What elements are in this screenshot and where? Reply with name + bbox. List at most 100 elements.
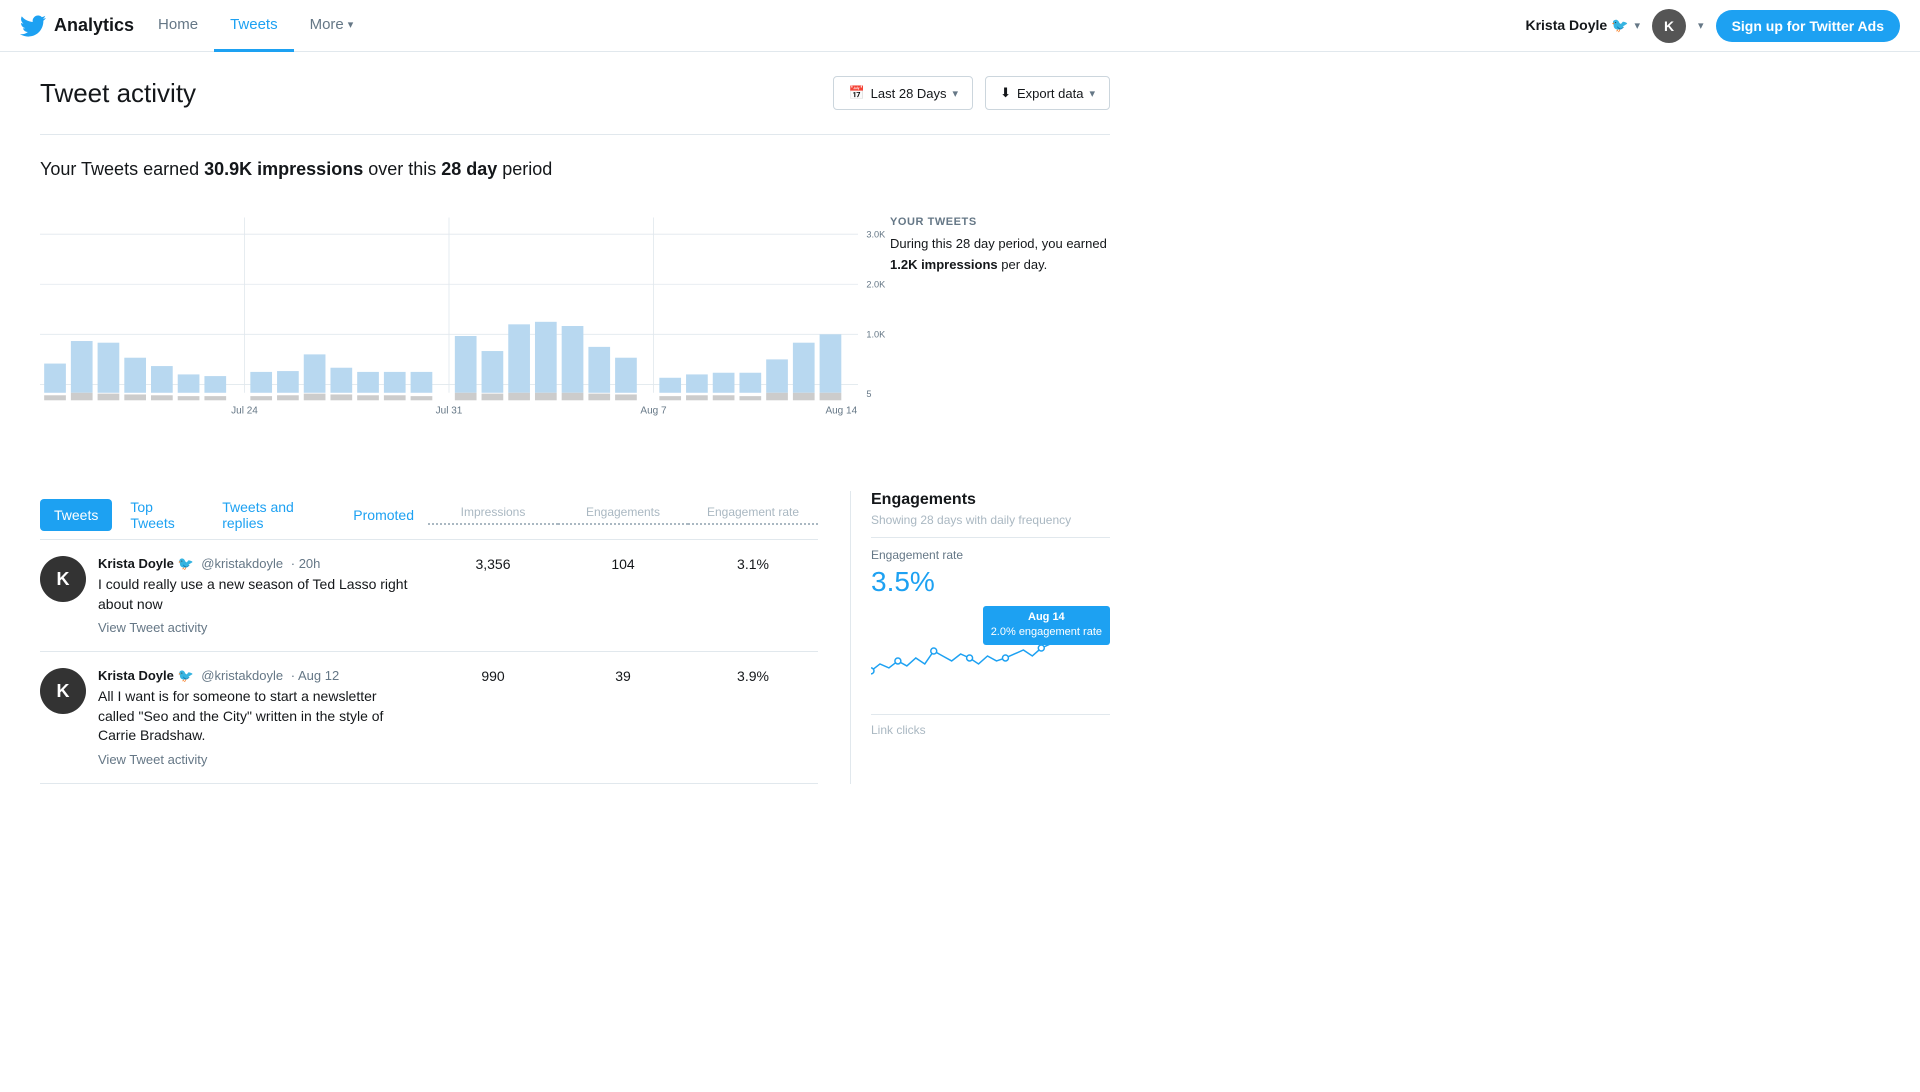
tweet-author-name: Krista Doyle 🐦 [98, 556, 194, 571]
summary-impressions: 30.9K impressions [204, 159, 363, 179]
summary-section: Your Tweets earned 30.9K impressions ove… [40, 159, 1110, 180]
nav-right: Krista Doyle 🐦 ▾ K ▾ Sign up for Twitter… [1525, 9, 1900, 43]
export-label: Export data [1017, 86, 1084, 101]
nav-link-home[interactable]: Home [142, 0, 214, 52]
bar-chart-svg: 3.0K 2.0K 1.0K 5 [40, 196, 858, 456]
date-range-chevron: ▾ [953, 87, 959, 100]
download-icon: ⬇ [1000, 85, 1011, 101]
tab-columns: Impressions Engagements Engagement rate [428, 505, 818, 525]
tweet-row: K Krista Doyle 🐦 @kristakdoyle · 20h I c… [40, 540, 818, 652]
chevron-down-icon: ▾ [348, 18, 354, 31]
engagements-panel: Engagements Showing 28 days with daily f… [850, 491, 1110, 784]
engagement-chart: Aug 14 2.0% engagement rate [871, 606, 1110, 706]
tab-tweets-replies[interactable]: Tweets and replies [208, 491, 335, 539]
nav-links: Home Tweets More ▾ [142, 0, 369, 52]
tweet-list: K Krista Doyle 🐦 @kristakdoyle · 20h I c… [40, 540, 818, 784]
svg-text:Aug 14: Aug 14 [825, 406, 857, 417]
engagements-title: Engagements [871, 491, 1110, 509]
date-range-button[interactable]: 📅 Last 28 Days ▾ [833, 76, 973, 110]
col-impressions: Impressions [428, 505, 558, 525]
nav-link-tweets[interactable]: Tweets [214, 0, 294, 52]
date-range-label: Last 28 Days [871, 86, 947, 101]
calendar-icon: 📅 [848, 85, 864, 101]
your-tweets-impressions: 1.2K impressions [890, 257, 998, 272]
summary-prefix: Your Tweets earned [40, 159, 204, 179]
page-header: Tweet activity 📅 Last 28 Days ▾ ⬇ Export… [40, 76, 1110, 110]
your-tweets-prefix: During this 28 day period, you earned [890, 236, 1107, 251]
tweet-engagements: 39 [558, 668, 688, 684]
link-clicks-label: Link clicks [871, 715, 1110, 737]
tweet-impressions: 990 [428, 668, 558, 684]
engagement-tooltip: Aug 14 2.0% engagement rate [983, 606, 1110, 645]
svg-text:Jul 24: Jul 24 [231, 406, 258, 417]
nav-link-more[interactable]: More ▾ [294, 0, 370, 52]
export-chevron: ▾ [1089, 87, 1095, 100]
tab-top-tweets[interactable]: Top Tweets [116, 491, 204, 539]
avatar: K [40, 556, 86, 602]
content-main: Tweets Top Tweets Tweets and replies Pro… [40, 491, 818, 784]
engagement-rate-label: Engagement rate [871, 548, 1110, 562]
tweet-activity-link[interactable]: View Tweet activity [98, 752, 416, 767]
nav-user-name: Krista Doyle 🐦 [1525, 17, 1628, 34]
chart-container: 3.0K 2.0K 1.0K 5 [40, 196, 858, 459]
chart-layout: 3.0K 2.0K 1.0K 5 [40, 196, 1110, 459]
col-engagements: Engagements [558, 505, 688, 525]
content-layout: Tweets Top Tweets Tweets and replies Pro… [40, 491, 1110, 784]
tab-promoted[interactable]: Promoted [339, 499, 428, 531]
summary-suffix1: over this [363, 159, 441, 179]
col-engagement-rate: Engagement rate [688, 505, 818, 525]
tab-tweets[interactable]: Tweets [40, 499, 112, 531]
tweet-time: · 20h [291, 556, 321, 571]
your-tweets-desc: During this 28 day period, you earned 1.… [890, 234, 1110, 276]
export-button[interactable]: ⬇ Export data ▾ [985, 76, 1110, 110]
your-tweets-suffix: per day. [998, 257, 1048, 272]
summary-text: Your Tweets earned 30.9K impressions ove… [40, 159, 1110, 180]
tweet-content: Krista Doyle 🐦 @kristakdoyle · 20h I cou… [98, 556, 416, 635]
tweet-stats: 990 39 3.9% [428, 668, 818, 684]
signup-button[interactable]: Sign up for Twitter Ads [1716, 10, 1900, 42]
nav-title: Analytics [54, 15, 134, 36]
header-divider [40, 134, 1110, 135]
tweet-engagement-rate: 3.1% [688, 556, 818, 572]
twitter-bird-icon [20, 13, 46, 39]
svg-text:2.0K: 2.0K [866, 280, 886, 290]
tweet-text: I could really use a new season of Ted L… [98, 575, 416, 614]
tweet-time: · Aug 12 [291, 668, 339, 683]
tweet-row: K Krista Doyle 🐦 @kristakdoyle · Aug 12 … [40, 652, 818, 784]
header-actions: 📅 Last 28 Days ▾ ⬇ Export data ▾ [833, 76, 1110, 110]
summary-suffix2: period [497, 159, 552, 179]
tweet-impressions: 3,356 [428, 556, 558, 572]
svg-text:3.0K: 3.0K [866, 230, 886, 240]
tweet-activity-link[interactable]: View Tweet activity [98, 620, 416, 635]
svg-text:Jul 31: Jul 31 [436, 406, 463, 417]
chart-sidebar: YOUR TWEETS During this 28 day period, y… [890, 196, 1110, 276]
nav-link-more-label: More [310, 16, 344, 33]
svg-text:1.0K: 1.0K [866, 330, 886, 340]
tweet-content: Krista Doyle 🐦 @kristakdoyle · Aug 12 Al… [98, 668, 416, 767]
tooltip-value: 2.0% engagement rate [991, 626, 1102, 638]
nav-user-section[interactable]: Krista Doyle 🐦 ▾ [1525, 17, 1640, 34]
tweet-author-name: Krista Doyle 🐦 [98, 668, 194, 683]
svg-text:5: 5 [866, 389, 871, 399]
tweet-meta: Krista Doyle 🐦 @kristakdoyle · 20h [98, 556, 416, 572]
tweet-handle: @kristakdoyle [201, 556, 283, 571]
page-title: Tweet activity [40, 78, 196, 109]
nav-logo: Analytics [20, 13, 134, 39]
tweet-meta: Krista Doyle 🐦 @kristakdoyle · Aug 12 [98, 668, 416, 684]
engagements-divider [871, 537, 1110, 538]
nav-bar: Analytics Home Tweets More ▾ Krista Doyl… [0, 0, 1920, 52]
your-tweets-label: YOUR TWEETS [890, 216, 1110, 228]
tweet-stats: 3,356 104 3.1% [428, 556, 818, 572]
nav-avatar-chevron: ▾ [1698, 19, 1704, 32]
tooltip-date: Aug 14 [991, 610, 1102, 625]
engagements-subtitle: Showing 28 days with daily frequency [871, 513, 1110, 527]
nav-user-chevron: ▾ [1635, 19, 1641, 32]
avatar: K [40, 668, 86, 714]
tabs-bar: Tweets Top Tweets Tweets and replies Pro… [40, 491, 818, 540]
summary-days: 28 day [441, 159, 497, 179]
nav-avatar[interactable]: K [1652, 9, 1686, 43]
tweet-engagements: 104 [558, 556, 688, 572]
engagement-rate-value: 3.5% [871, 566, 1110, 598]
tweet-handle: @kristakdoyle [201, 668, 283, 683]
svg-text:Aug 7: Aug 7 [640, 406, 667, 417]
